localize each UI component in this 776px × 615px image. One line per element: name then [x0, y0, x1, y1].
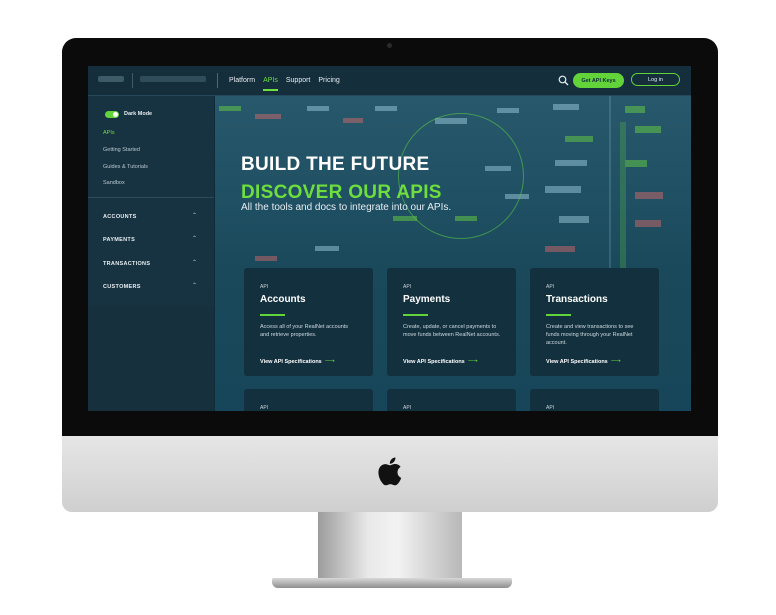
get-api-keys-button[interactable]: Get API Keys — [573, 73, 624, 88]
card-tag: API — [546, 405, 555, 411]
nav-support[interactable]: Support — [286, 66, 311, 95]
api-card-payments[interactable]: API Payments Create, update, or cancel p… — [387, 268, 516, 376]
card-description: Access all of your RealNet accounts and … — [260, 324, 349, 338]
arrow-right-icon: ⟶ — [467, 358, 478, 365]
sidebar-divider — [88, 197, 214, 198]
chevron-up-icon[interactable]: ⌃ — [192, 259, 197, 266]
view-api-specs-link[interactable]: View API Specifications ⟶ — [546, 357, 621, 365]
apple-logo-icon — [378, 457, 402, 486]
api-card-transactions[interactable]: API Transactions Create and view transac… — [530, 268, 659, 376]
main-nav: Platform APIs Support Pricing — [229, 66, 340, 95]
arrow-right-icon: ⟶ — [610, 358, 621, 365]
nav-pricing[interactable]: Pricing — [318, 66, 339, 95]
sidebar-group-accounts[interactable]: ACCOUNTS — [103, 214, 137, 220]
arrow-right-icon: ⟶ — [324, 358, 335, 365]
card-title: Transactions — [546, 294, 608, 305]
card-tag: API — [403, 284, 412, 290]
stand-foot — [272, 578, 512, 588]
api-card-accounts[interactable]: API Accounts Access all of your RealNet … — [244, 268, 373, 376]
search-icon[interactable] — [558, 75, 569, 86]
sidebar-link-sandbox[interactable]: Sandbox — [103, 180, 125, 186]
view-api-specs-link[interactable]: View API Specifications ⟶ — [403, 357, 478, 365]
divider — [217, 73, 218, 88]
sidebar-group-payments[interactable]: PAYMENTS — [103, 237, 135, 243]
card-tag: API — [403, 405, 412, 411]
dark-mode-toggle[interactable] — [105, 111, 119, 118]
hero-title: BUILD THE FUTURE — [241, 153, 430, 175]
sidebar-footer — [88, 306, 214, 411]
login-button[interactable]: Log in — [631, 73, 680, 86]
sidebar-group-transactions[interactable]: TRANSACTIONS — [103, 261, 150, 267]
card-accent-bar — [546, 314, 571, 316]
chevron-up-icon[interactable]: ⌃ — [192, 282, 197, 289]
card-title: Payments — [403, 294, 451, 305]
sidebar-link-guides[interactable]: Guides & Tutorials — [103, 164, 148, 170]
view-api-specs-link[interactable]: View API Specifications ⟶ — [260, 357, 335, 365]
api-card[interactable]: API — [387, 389, 516, 411]
card-description: Create and view transactions to see fund… — [546, 324, 634, 346]
sidebar: Dark Mode APIs Getting Started Guides & … — [88, 96, 214, 411]
card-accent-bar — [260, 314, 285, 316]
hero-title-accent: DISCOVER OUR APIS — [241, 181, 442, 203]
decorative-circle — [398, 113, 524, 239]
nav-apis[interactable]: APIs — [263, 66, 278, 95]
card-description: Create, update, or cancel payments to mo… — [403, 324, 501, 338]
brand-name — [140, 76, 206, 82]
sidebar-group-customers[interactable]: CUSTOMERS — [103, 284, 141, 290]
divider — [132, 73, 133, 88]
nav-platform[interactable]: Platform — [229, 66, 255, 95]
dark-mode-label: Dark Mode — [124, 111, 153, 117]
camera-dot — [387, 43, 392, 48]
top-navigation-bar: Platform APIs Support Pricing Get API Ke… — [88, 66, 691, 96]
sidebar-link-apis[interactable]: APIs — [103, 130, 115, 136]
hero-section: BUILD THE FUTURE DISCOVER OUR APIS All t… — [215, 96, 691, 411]
api-card[interactable]: API — [244, 389, 373, 411]
stand-neck — [318, 512, 462, 582]
chevron-up-icon[interactable]: ⌃ — [192, 212, 197, 219]
card-title: Accounts — [260, 294, 306, 305]
card-tag: API — [546, 284, 555, 290]
brand-logo[interactable] — [98, 76, 124, 82]
chevron-up-icon[interactable]: ⌃ — [192, 235, 197, 242]
card-tag: API — [260, 405, 269, 411]
card-tag: API — [260, 284, 269, 290]
hero-subtitle: All the tools and docs to integrate into… — [241, 202, 452, 213]
screen: Platform APIs Support Pricing Get API Ke… — [88, 66, 691, 411]
api-card[interactable]: API — [530, 389, 659, 411]
sidebar-link-getting-started[interactable]: Getting Started — [103, 147, 140, 153]
card-accent-bar — [403, 314, 428, 316]
